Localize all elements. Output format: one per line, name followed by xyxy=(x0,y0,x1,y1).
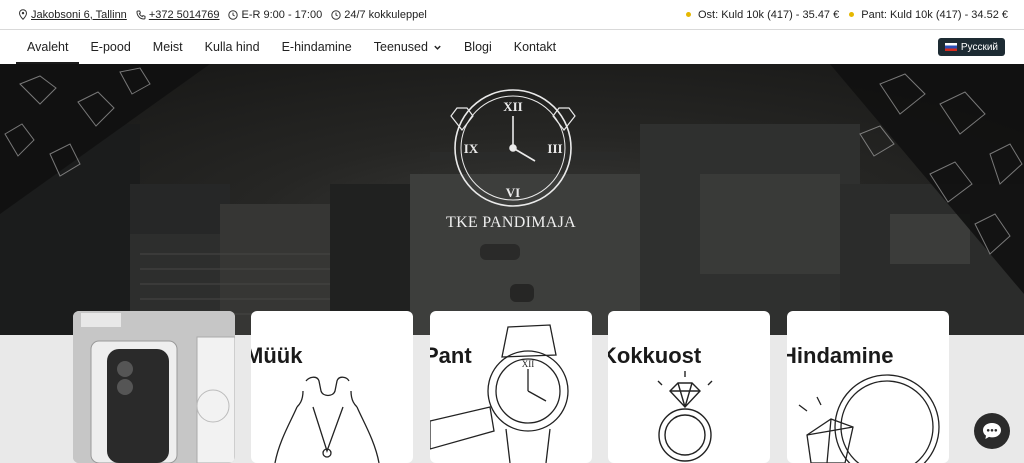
rate-dot xyxy=(849,12,855,17)
clock-numeral-xii: XII xyxy=(503,99,523,114)
card-kokkuost[interactable]: Kokkuost xyxy=(608,311,770,463)
nav-label: Avaleht xyxy=(27,40,69,54)
diamond-ring-image xyxy=(657,371,713,462)
phone-icon xyxy=(136,10,146,20)
svg-text:XII: XII xyxy=(522,359,535,369)
clock-icon xyxy=(331,9,341,20)
address-link[interactable]: Jakobsoni 6, Tallinn xyxy=(18,9,127,21)
nav-item-e-hindamine[interactable]: E-hindamine xyxy=(271,30,363,64)
phone-box-image xyxy=(73,311,235,463)
language-label: Русский xyxy=(960,41,998,53)
appointment-info: 24/7 kokkuleppel xyxy=(331,9,427,21)
clock-icon xyxy=(228,9,239,20)
nav-item-kontakt[interactable]: Kontakt xyxy=(503,30,567,64)
nav-label: E-hindamine xyxy=(281,40,352,54)
clock-numeral-iii: III xyxy=(547,141,562,156)
pawn-rate: Pant: Kuld 10k (417) - 34.52 € xyxy=(849,9,1008,21)
nav-label: E-pood xyxy=(90,40,131,54)
phone-text: +372 5014769 xyxy=(148,8,220,21)
nav-item-kulla-hind[interactable]: Kulla hind xyxy=(194,30,271,64)
phone-photo-card[interactable] xyxy=(73,311,235,463)
nav-item-blogi[interactable]: Blogi xyxy=(453,30,503,64)
main-nav: Avaleht E-pood Meist Kulla hind E-hindam… xyxy=(0,30,1024,64)
nav-item-meist[interactable]: Meist xyxy=(142,30,194,64)
rate-dot xyxy=(685,12,691,17)
hero-banner: XII III VI IX TKE PANDIMAJA xyxy=(0,64,1024,335)
nav-label: Teenused xyxy=(373,40,428,54)
opening-hours: E-R 9:00 - 17:00 xyxy=(228,9,322,21)
appointment-text: 24/7 kokkuleppel xyxy=(344,8,427,21)
necklace-bust-image xyxy=(274,376,380,463)
nav-label: Kontakt xyxy=(513,40,557,54)
nav-item-teenused[interactable]: Teenused xyxy=(363,30,453,64)
watch-image: XII xyxy=(430,324,569,463)
card-hindamine[interactable]: Hindamine xyxy=(787,311,949,463)
hours-text: E-R 9:00 - 17:00 xyxy=(241,8,323,21)
phone-link[interactable]: +372 5014769 xyxy=(136,8,220,21)
buy-rate: Ost: Kuld 10k (417) - 35.47 € xyxy=(685,8,840,21)
russian-flag-icon xyxy=(944,43,957,51)
chat-button[interactable] xyxy=(974,413,1010,449)
chevron-down-icon xyxy=(434,45,441,50)
nav-item-e-pood[interactable]: E-pood xyxy=(79,30,141,64)
magnifier-gem-image xyxy=(798,374,940,463)
card-pant[interactable]: Pant XII xyxy=(430,311,592,463)
buy-rate-text: Ost: Kuld 10k (417) - 35.47 € xyxy=(697,8,840,21)
nav-label: Kulla hind xyxy=(204,40,260,54)
card-muuk[interactable]: Müük xyxy=(251,311,413,463)
nav-item-avaleht[interactable]: Avaleht xyxy=(16,30,80,64)
nav-label: Blogi xyxy=(463,40,492,54)
clock-numeral-vi: VI xyxy=(506,185,520,200)
address-text: Jakobsoni 6, Tallinn xyxy=(31,8,127,21)
clock-numeral-ix: IX xyxy=(464,141,479,156)
top-info-bar: Jakobsoni 6, Tallinn +372 5014769 E-R 9:… xyxy=(0,0,1024,29)
pawn-rate-text: Pant: Kuld 10k (417) - 34.52 € xyxy=(861,8,1008,21)
location-pin-icon xyxy=(19,9,27,20)
nav-label: Meist xyxy=(152,40,183,54)
chat-bubble-icon xyxy=(983,423,1001,439)
logo-text: TKE PANDIMAJA xyxy=(446,214,576,231)
language-switch-button[interactable]: Русский xyxy=(937,38,1005,56)
